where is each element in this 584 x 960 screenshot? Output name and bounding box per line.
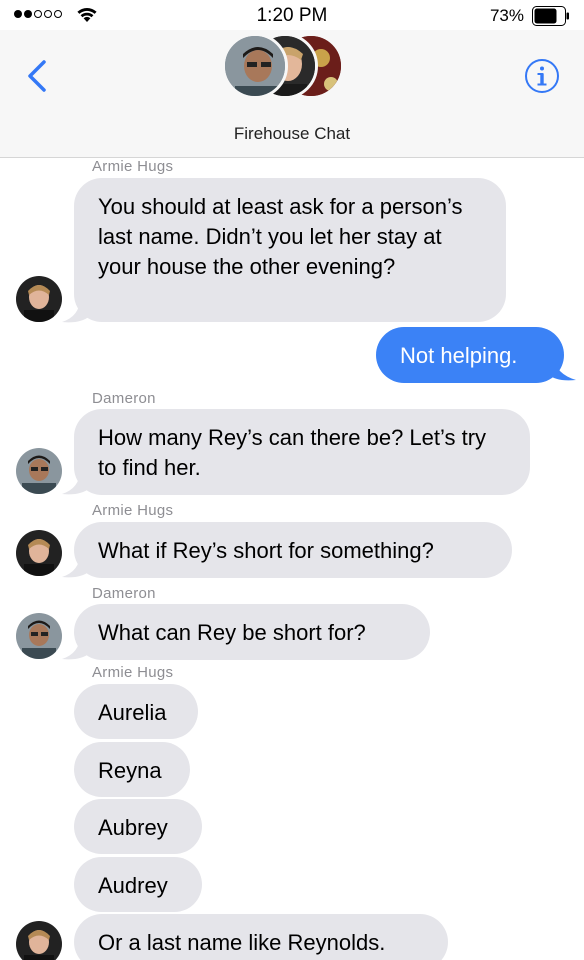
- message-bubble[interactable]: You should at least ask for a person’s l…: [74, 178, 506, 322]
- message-bubble[interactable]: What if Rey’s short for something?: [74, 522, 512, 578]
- bubble-tail: [62, 470, 90, 495]
- message-bubble[interactable]: Or a last name like Reynolds.: [74, 914, 448, 960]
- bubble-tail: [62, 635, 90, 660]
- avatar[interactable]: [16, 613, 62, 659]
- status-bar: 1:20 PM 73%: [0, 0, 584, 30]
- battery-percent: 73%: [489, 6, 524, 25]
- bubble-tail: [548, 358, 576, 381]
- battery-icon: [532, 6, 569, 26]
- message-bubble[interactable]: Reyna: [74, 742, 190, 797]
- conversation-header: Firehouse Chat: [0, 30, 584, 158]
- chevron-left-icon[interactable]: [22, 58, 52, 94]
- chat-title[interactable]: Firehouse Chat: [0, 124, 584, 144]
- sender-name: Armie Hugs: [92, 664, 174, 681]
- message-bubble[interactable]: Audrey: [74, 857, 202, 912]
- avatar[interactable]: [16, 276, 62, 322]
- message-bubble[interactable]: Aubrey: [74, 799, 202, 854]
- bubble-tail: [62, 553, 90, 578]
- avatar[interactable]: [16, 530, 62, 576]
- message-bubble-sent[interactable]: Not helping.: [376, 327, 564, 383]
- message-bubble[interactable]: Aurelia: [74, 684, 198, 739]
- message-bubble[interactable]: How many Rey’s can there be? Let’s try t…: [74, 409, 530, 495]
- sender-name: Armie Hugs: [92, 502, 174, 519]
- sender-name: Armie Hugs: [92, 158, 174, 175]
- sender-name: Dameron: [92, 390, 156, 407]
- avatar[interactable]: [16, 448, 62, 494]
- bubble-tail: [62, 298, 90, 323]
- avatar[interactable]: [16, 921, 62, 960]
- info-icon[interactable]: [524, 58, 560, 94]
- group-avatar-stack[interactable]: [222, 33, 352, 103]
- avatar: [222, 33, 288, 99]
- message-bubble[interactable]: What can Rey be short for?: [74, 604, 430, 660]
- sender-name: Dameron: [92, 585, 156, 602]
